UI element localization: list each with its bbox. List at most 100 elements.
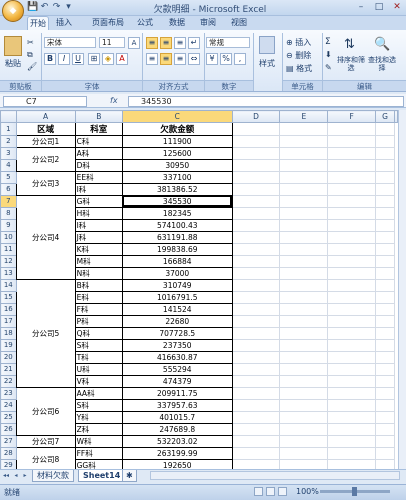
row-header[interactable]: 24 [0, 398, 17, 412]
row-header[interactable]: 1 [0, 121, 17, 136]
maximize-icon[interactable]: □ [370, 1, 388, 14]
insert-cells-button[interactable]: ⊕ 插入 [286, 37, 318, 48]
number-format-select[interactable]: 常规 [206, 37, 250, 48]
fill-color-icon[interactable]: ◈ [102, 53, 114, 65]
amount-cell[interactable]: 401015.7 [121, 410, 233, 424]
amount-cell[interactable]: 37000 [121, 266, 233, 280]
bold-icon[interactable]: B [44, 53, 56, 65]
find-select-icon[interactable]: 🔍 [374, 37, 390, 52]
empty-cell[interactable] [231, 314, 281, 328]
empty-cell[interactable] [231, 422, 281, 436]
empty-cell[interactable] [327, 338, 377, 352]
row-header[interactable]: 16 [0, 302, 17, 316]
department-cell[interactable]: V科 [74, 374, 123, 388]
align-left-icon[interactable]: ≡ [146, 53, 158, 65]
amount-cell[interactable]: 237350 [121, 338, 233, 352]
amount-cell[interactable]: 337957.63 [121, 398, 233, 412]
row-header[interactable]: 19 [0, 338, 17, 352]
empty-cell[interactable] [375, 158, 395, 172]
column-header-g[interactable]: G [375, 110, 395, 123]
empty-cell[interactable] [375, 314, 395, 328]
amount-cell[interactable]: 337100 [121, 170, 233, 184]
row-header[interactable]: 25 [0, 410, 17, 424]
amount-cell[interactable]: 1016791.5 [121, 290, 233, 304]
office-button[interactable]: ◆ [2, 0, 24, 22]
empty-cell[interactable] [279, 398, 329, 412]
region-cell[interactable]: 分公司4 [15, 194, 76, 280]
empty-cell[interactable] [279, 206, 329, 220]
merge-center-icon[interactable]: ⇔ [188, 53, 200, 65]
department-cell[interactable]: B科 [74, 278, 123, 292]
empty-cell[interactable] [375, 422, 395, 436]
region-cell[interactable]: 分公司6 [15, 386, 76, 436]
empty-cell[interactable] [231, 182, 281, 196]
paste-button[interactable]: 粘贴 [2, 58, 24, 69]
align-bottom-icon[interactable]: ≡ [174, 37, 186, 49]
empty-cell[interactable] [279, 350, 329, 364]
department-cell[interactable]: N科 [74, 266, 123, 280]
align-top-icon[interactable]: ≡ [146, 37, 158, 49]
format-painter-icon[interactable]: 🖌 [27, 62, 37, 71]
empty-cell[interactable] [327, 230, 377, 244]
amount-cell[interactable]: 416630.87 [121, 350, 233, 364]
empty-cell[interactable] [327, 278, 377, 292]
region-cell[interactable]: 分公司2 [15, 146, 76, 172]
delete-cells-button[interactable]: ⊖ 删除 [286, 50, 318, 61]
empty-cell[interactable] [231, 278, 281, 292]
empty-cell[interactable] [327, 302, 377, 316]
empty-cell[interactable] [375, 350, 395, 364]
row-header[interactable]: 23 [0, 386, 17, 400]
sort-filter-button[interactable]: 排序和筛选 [336, 56, 366, 72]
empty-cell[interactable] [375, 206, 395, 220]
empty-cell[interactable] [279, 302, 329, 316]
empty-cell[interactable] [231, 218, 281, 232]
amount-cell[interactable]: 141524 [121, 302, 233, 316]
row-header[interactable]: 10 [0, 230, 17, 244]
amount-cell[interactable]: 247689.8 [121, 422, 233, 436]
empty-cell[interactable] [231, 230, 281, 244]
row-header[interactable]: 9 [0, 218, 17, 232]
empty-cell[interactable] [279, 458, 329, 469]
empty-cell[interactable] [279, 266, 329, 280]
empty-cell[interactable] [375, 170, 395, 184]
empty-cell[interactable] [375, 434, 395, 448]
empty-cell[interactable] [327, 242, 377, 256]
department-cell[interactable]: W科 [74, 434, 123, 448]
row-header[interactable]: 22 [0, 374, 17, 388]
empty-cell[interactable] [375, 326, 395, 340]
empty-cell[interactable] [231, 326, 281, 340]
styles-button[interactable]: 样式 [255, 58, 279, 69]
font-name-select[interactable]: 宋体 [44, 37, 96, 48]
empty-cell[interactable] [327, 398, 377, 412]
empty-cell[interactable] [375, 218, 395, 232]
empty-cell[interactable] [327, 266, 377, 280]
empty-cell[interactable] [279, 422, 329, 436]
amount-cell[interactable]: 30950 [121, 158, 233, 172]
empty-cell[interactable] [279, 218, 329, 232]
department-cell[interactable]: J科 [74, 230, 123, 244]
redo-icon[interactable]: ↷ [51, 2, 62, 13]
empty-cell[interactable] [279, 434, 329, 448]
row-header[interactable]: 15 [0, 290, 17, 304]
row-header[interactable]: 21 [0, 362, 17, 376]
close-icon[interactable]: ✕ [388, 1, 406, 14]
empty-cell[interactable] [327, 121, 377, 136]
border-icon[interactable]: ⊞ [88, 53, 100, 65]
empty-cell[interactable] [231, 374, 281, 388]
empty-cell[interactable] [375, 146, 395, 160]
fill-icon[interactable]: ⬇ [325, 50, 332, 59]
empty-cell[interactable] [279, 146, 329, 160]
row-header[interactable]: 14 [0, 278, 17, 292]
empty-cell[interactable] [231, 206, 281, 220]
column-header-e[interactable]: E [279, 110, 329, 123]
percent-icon[interactable]: % [220, 53, 232, 65]
row-header[interactable]: 12 [0, 254, 17, 268]
department-cell[interactable]: T科 [74, 350, 123, 364]
paste-icon[interactable] [4, 36, 22, 56]
empty-cell[interactable] [279, 374, 329, 388]
empty-cell[interactable] [375, 362, 395, 376]
tab-view[interactable]: 视图 [228, 16, 250, 30]
header-department[interactable]: 科室 [74, 121, 123, 136]
tab-data[interactable]: 数据 [166, 16, 188, 30]
row-header[interactable]: 20 [0, 350, 17, 364]
